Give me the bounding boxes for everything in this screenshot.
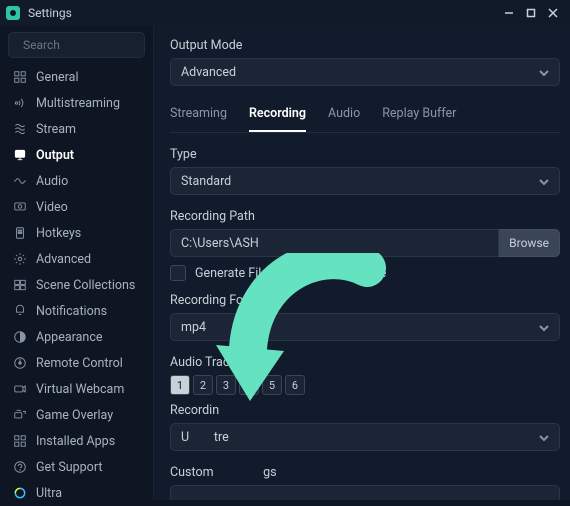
sidebar-item-general[interactable]: General xyxy=(0,64,153,90)
game-overlay-icon xyxy=(12,408,28,422)
hotkeys-icon xyxy=(12,226,28,240)
sidebar-item-game-overlay[interactable]: Game Overlay xyxy=(0,402,153,428)
audio-track-label: Audio Track xyxy=(170,355,560,370)
sidebar-item-label: Audio xyxy=(36,174,68,189)
tab-recording[interactable]: Recording xyxy=(249,100,306,132)
type-label: Type xyxy=(170,147,560,162)
sidebar-item-label: Multistreaming xyxy=(36,96,120,111)
multistreaming-icon xyxy=(12,96,28,110)
output-icon xyxy=(12,148,28,162)
type-select[interactable]: Standard xyxy=(170,167,560,195)
audio-track-1[interactable]: 1 xyxy=(170,375,190,395)
audio-track-5[interactable]: 5 xyxy=(262,375,282,395)
sidebar-item-scene-collections[interactable]: Scene Collections xyxy=(0,272,153,298)
chevron-down-icon xyxy=(539,63,549,82)
sidebar-item-label: Video xyxy=(36,200,68,215)
audio-tracks: 123456 xyxy=(170,375,560,395)
tab-streaming[interactable]: Streaming xyxy=(170,100,227,132)
tab-replay-buffer[interactable]: Replay Buffer xyxy=(382,100,456,132)
sidebar-item-hotkeys[interactable]: Hotkeys xyxy=(0,220,153,246)
get-support-icon xyxy=(12,460,28,474)
remote-control-icon xyxy=(12,356,28,370)
sidebar-item-appearance[interactable]: Appearance xyxy=(0,324,153,350)
video-icon xyxy=(12,200,28,214)
recording-format-select[interactable]: mp4 xyxy=(170,313,560,341)
chevron-down-icon xyxy=(539,172,549,191)
sidebar-item-label: Virtual Webcam xyxy=(36,382,124,397)
app-icon xyxy=(6,6,20,20)
generate-filename-checkbox[interactable]: Generate File Name without Space xyxy=(170,265,560,281)
sidebar-item-audio[interactable]: Audio xyxy=(0,168,153,194)
minimize-button[interactable] xyxy=(498,2,520,24)
sidebar-item-label: Notifications xyxy=(36,304,107,319)
sidebar-item-label: Hotkeys xyxy=(36,226,81,241)
output-tabs: Streaming Recording Audio Replay Buffer xyxy=(170,100,560,133)
tab-audio[interactable]: Audio xyxy=(328,100,360,132)
installed-apps-icon xyxy=(12,434,28,448)
custom-muxer-input[interactable] xyxy=(170,485,560,500)
checkbox-icon xyxy=(170,265,186,281)
search-input[interactable] xyxy=(8,32,145,58)
main-panel: Output Mode Advanced Streaming Recording A… xyxy=(154,26,570,500)
sidebar-item-label: Ultra xyxy=(36,486,62,501)
notifications-icon xyxy=(12,304,28,318)
appearance-icon xyxy=(12,330,28,344)
sidebar-item-label: Installed Apps xyxy=(36,434,115,449)
encoder-label: Recordin xyxy=(170,403,560,418)
virtual-webcam-icon xyxy=(12,382,28,396)
sidebar-item-label: Scene Collections xyxy=(36,278,135,293)
sidebar-item-label: Get Support xyxy=(36,460,102,475)
sidebar-item-video[interactable]: Video xyxy=(0,194,153,220)
recording-path-input[interactable] xyxy=(170,229,499,257)
window-title: Settings xyxy=(28,6,72,20)
advanced-icon xyxy=(12,252,28,266)
sidebar-item-virtual-webcam[interactable]: Virtual Webcam xyxy=(0,376,153,402)
browse-button[interactable]: Browse xyxy=(499,229,560,257)
close-button[interactable] xyxy=(542,2,564,24)
sidebar-item-notifications[interactable]: Notifications xyxy=(0,298,153,324)
scene-collections-icon xyxy=(12,278,28,292)
sidebar-item-get-support[interactable]: Get Support xyxy=(0,454,153,480)
encoder-select[interactable]: U tre xyxy=(170,423,560,451)
sidebar-item-label: Appearance xyxy=(36,330,103,345)
sidebar-item-label: General xyxy=(36,70,79,85)
general-icon xyxy=(12,70,28,84)
sidebar-item-installed-apps[interactable]: Installed Apps xyxy=(0,428,153,454)
titlebar: Settings xyxy=(0,0,570,26)
maximize-button[interactable] xyxy=(520,2,542,24)
output-mode-select[interactable]: Advanced xyxy=(170,58,560,86)
audio-track-4[interactable]: 4 xyxy=(239,375,259,395)
stream-icon xyxy=(12,122,28,136)
sidebar-item-label: Advanced xyxy=(36,252,91,267)
audio-icon xyxy=(12,174,28,188)
audio-track-2[interactable]: 2 xyxy=(193,375,213,395)
chevron-down-icon xyxy=(539,428,549,447)
sidebar-item-advanced[interactable]: Advanced xyxy=(0,246,153,272)
sidebar-item-stream[interactable]: Stream xyxy=(0,116,153,142)
sidebar-item-label: Output xyxy=(36,148,74,163)
sidebar-item-multistreaming[interactable]: Multistreaming xyxy=(0,90,153,116)
ultra-icon xyxy=(12,486,28,500)
sidebar: General Multistreaming Stream Output Audio Vi… xyxy=(0,26,154,500)
recording-format-label: Recording Format xyxy=(170,293,560,308)
audio-track-3[interactable]: 3 xyxy=(216,375,236,395)
audio-track-6[interactable]: 6 xyxy=(285,375,305,395)
sidebar-item-label: Game Overlay xyxy=(36,408,113,423)
sidebar-item-label: Stream xyxy=(36,122,76,137)
sidebar-item-output[interactable]: Output xyxy=(0,142,153,168)
sidebar-item-ultra[interactable]: Ultra xyxy=(0,480,153,506)
recording-path-label: Recording Path xyxy=(170,209,560,224)
custom-muxer-label: Custom gs xyxy=(170,465,560,480)
chevron-down-icon xyxy=(539,318,549,337)
sidebar-item-label: Remote Control xyxy=(36,356,123,371)
output-mode-label: Output Mode xyxy=(170,38,560,53)
sidebar-item-remote-control[interactable]: Remote Control xyxy=(0,350,153,376)
